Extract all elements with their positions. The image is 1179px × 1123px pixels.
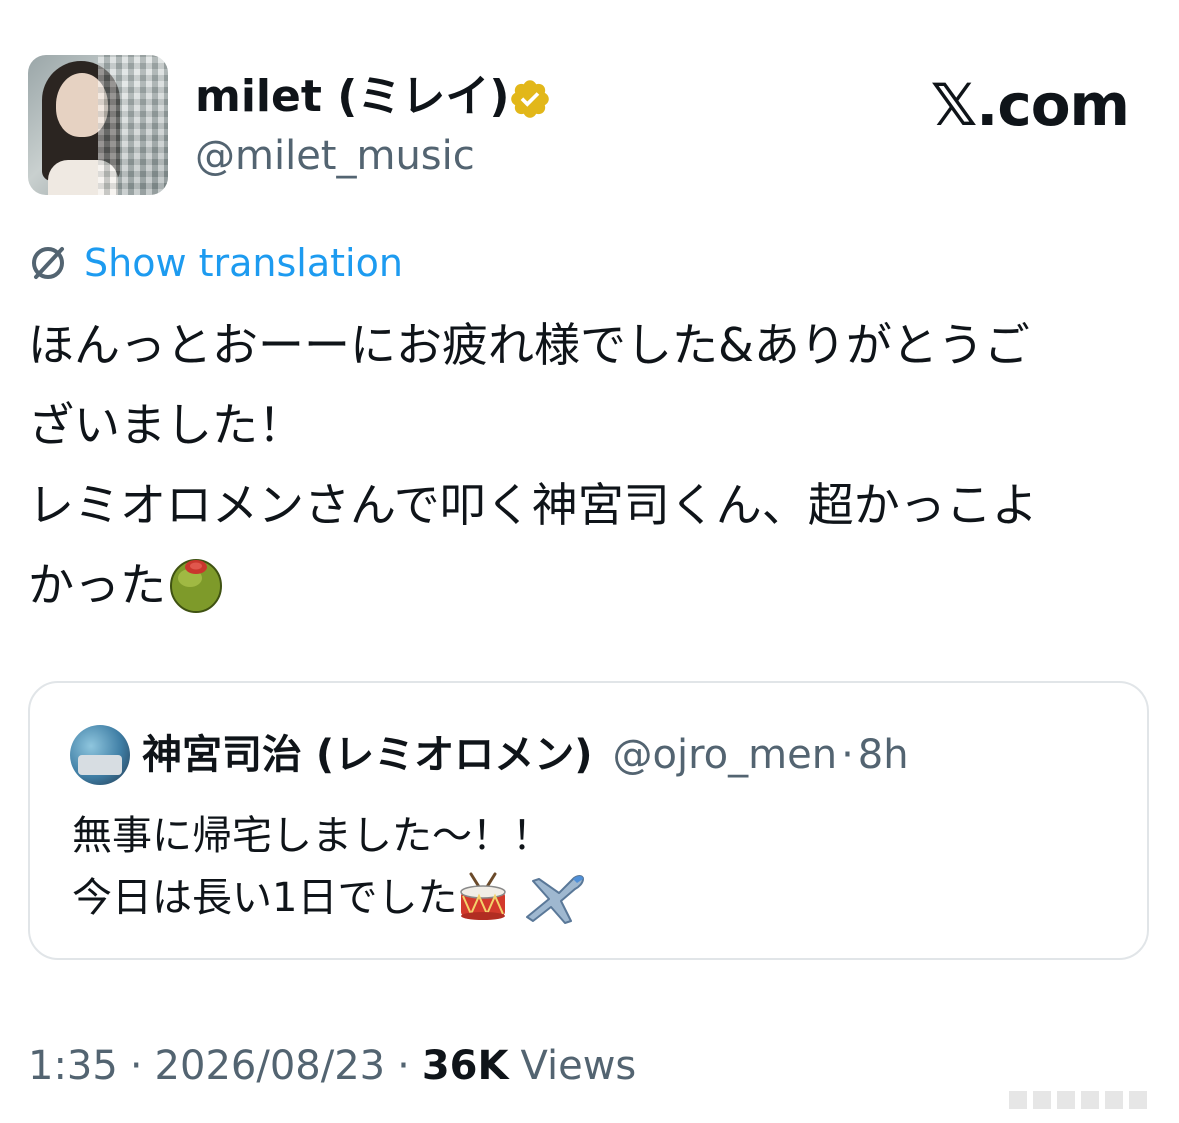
separator-dot: ·: [397, 1043, 410, 1089]
separator-dot: ·: [129, 1043, 143, 1089]
separator-dot: ·: [841, 732, 854, 778]
quoted-tweet-header: 神宮司治 (レミオロメン) @ojro_men · 8h: [142, 727, 909, 783]
verified-badge-icon: [511, 80, 549, 118]
tweet-text: ほんっとおーーにお疲れ様でした&ありがとうご ざいました！ レミオロメンさんで叩…: [28, 305, 1148, 625]
site-brand: 𝕏.com: [930, 71, 1130, 139]
author-handle[interactable]: @milet_music: [195, 130, 475, 182]
watermark-graphic: [1009, 1091, 1147, 1109]
translate-icon: [32, 247, 64, 279]
quoted-tweet-time[interactable]: 8h: [858, 727, 909, 783]
quoted-tweet-line-text: 今日は長い1日でした: [72, 875, 458, 921]
tweet-line: レミオロメンさんで叩く神宮司くん、超かっこよ: [28, 478, 1038, 532]
drum-icon: [460, 872, 507, 920]
tweet-line-text: かった: [28, 558, 166, 612]
quoted-author-name[interactable]: 神宮司治 (レミオロメン): [142, 727, 593, 783]
airplane-icon: [526, 875, 585, 924]
tweet-line: ほんっとおーーにお疲れ様でした&ありがとうご: [28, 318, 1030, 372]
quoted-author-handle[interactable]: @ojro_men: [613, 727, 838, 783]
tweet-time[interactable]: 1:35: [28, 1038, 118, 1094]
show-translation-label: Show translation: [84, 241, 403, 285]
views-count: 36K: [421, 1043, 509, 1089]
tweet-date[interactable]: 2026/08/23: [155, 1038, 386, 1094]
avatar-glass-overlay: [98, 55, 168, 195]
quoted-author-avatar[interactable]: [70, 725, 130, 785]
quoted-tweet-line-last: 今日は長い1日でした: [72, 867, 589, 929]
tweet-line-last: かった: [28, 545, 1148, 625]
views-label: Views: [520, 1043, 637, 1089]
show-translation-button[interactable]: Show translation: [28, 238, 403, 288]
author-display-name[interactable]: milet (ミレイ): [195, 70, 509, 124]
quoted-tweet-line: 無事に帰宅しました〜！！: [72, 813, 552, 859]
tweet-meta: 1:35 · 2026/08/23 · 36K Views: [28, 1038, 636, 1094]
olive-icon: [170, 558, 222, 613]
quoted-tweet-card[interactable]: 神宮司治 (レミオロメン) @ojro_men · 8h 無事に帰宅しました〜！…: [28, 681, 1149, 960]
quoted-tweet-text: 無事に帰宅しました〜！！ 今日は長い1日でした: [72, 805, 589, 929]
avatar-drum-shape: [78, 755, 122, 775]
tweet-line: ざいました！: [28, 398, 304, 452]
author-avatar[interactable]: [28, 55, 168, 195]
